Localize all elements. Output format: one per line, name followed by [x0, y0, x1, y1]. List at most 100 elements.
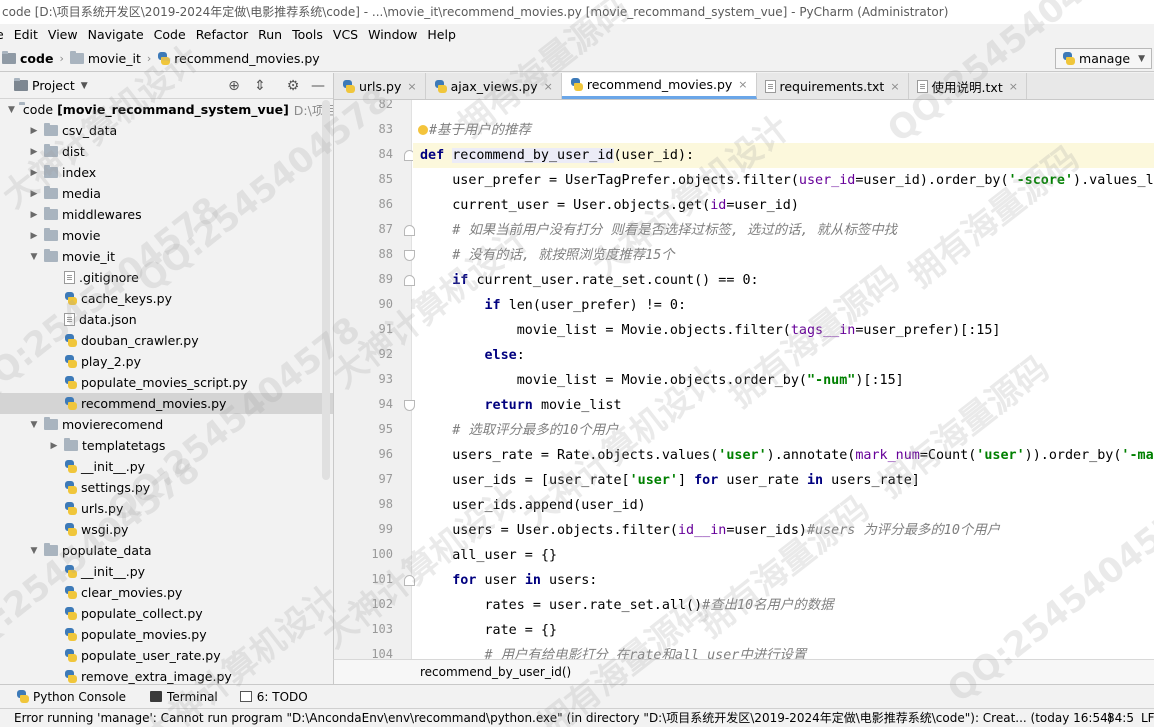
close-icon[interactable]: × [544, 80, 553, 93]
terminal-button[interactable]: Terminal [150, 690, 218, 704]
project-tree-scrollbar[interactable] [322, 100, 330, 480]
menu-code[interactable]: Code [149, 24, 191, 46]
caret-position[interactable]: 84:5 [1107, 709, 1134, 727]
menu-file[interactable]: e [0, 24, 9, 46]
code-editor[interactable]: 82 83 84 85 86 87 88 89 90 91 92 93 94 95 96 97 98 99 100 1… [333, 100, 1154, 659]
close-icon[interactable]: × [1009, 80, 1018, 93]
menu-navigate[interactable]: Navigate [83, 24, 149, 46]
tree-item[interactable]: wsgi.py [0, 519, 333, 540]
code-line[interactable]: return movie_list [420, 393, 621, 418]
code-token: user_ids.append(user_id) [420, 498, 646, 513]
tree-item[interactable]: ▶ index [0, 162, 333, 183]
locate-file-icon[interactable]: ⊕ [225, 77, 243, 95]
status-message[interactable]: Error running 'manage': Cannot run progr… [14, 709, 1112, 727]
tree-item[interactable]: data.json [0, 309, 333, 330]
tree-item[interactable]: __init__.py [0, 561, 333, 582]
tab-recommend-movies-py[interactable]: recommend_movies.py × [561, 73, 757, 99]
tree-item[interactable]: clear_movies.py [0, 582, 333, 603]
tree-item[interactable]: ▼code[movie_recommand_system_vue]D:\项目系 [0, 99, 333, 120]
tree-item[interactable]: cache_keys.py [0, 288, 333, 309]
fold-toggle-icon[interactable] [404, 400, 415, 411]
tree-item[interactable]: populate_movies.py [0, 624, 333, 645]
tree-item[interactable]: ▼ movie_it [0, 246, 333, 267]
code-line[interactable]: rate = {} [420, 618, 557, 643]
tree-item[interactable]: urls.py [0, 498, 333, 519]
todo-button[interactable]: 6: TODO [239, 690, 308, 704]
code-line[interactable]: # 用户有给电影打分 在rate和all_user中进行设置 [420, 643, 806, 659]
code-line[interactable]: all_user = {} [420, 543, 557, 568]
tree-item[interactable]: play_2.py [0, 351, 333, 372]
code-line[interactable]: current_user = User.objects.get(id=user_… [420, 193, 799, 218]
menu-edit[interactable]: Edit [9, 24, 43, 46]
tree-item[interactable]: remove_extra_image.py [0, 666, 333, 684]
code-line[interactable]: user_ids = [user_rate['user'] for user_r… [420, 468, 920, 493]
code-line[interactable]: #基于用户的推荐 [418, 118, 531, 143]
close-icon[interactable]: × [890, 80, 899, 93]
menu-run[interactable]: Run [253, 24, 287, 46]
project-view-select[interactable]: Project ▼ [14, 78, 88, 93]
code-line[interactable]: else: [420, 343, 524, 368]
code-line[interactable]: user_ids.append(user_id) [420, 493, 646, 518]
code-line[interactable]: if current_user.rate_set.count() == 0: [420, 268, 758, 293]
tree-item[interactable]: populate_user_rate.py [0, 645, 333, 666]
code-line[interactable]: for user in users: [420, 568, 597, 593]
close-icon[interactable]: × [407, 80, 416, 93]
tree-item[interactable]: ▼ movierecomend [0, 414, 333, 435]
code-token: user_prefer = UserTagPrefer.objects.filt… [420, 173, 799, 188]
menu-help[interactable]: Help [422, 24, 461, 46]
nav-crumb-code[interactable]: code [2, 51, 53, 66]
tree-item[interactable]: ▼ populate_data [0, 540, 333, 561]
tree-item[interactable]: ▶ templatetags [0, 435, 333, 456]
menu-window[interactable]: Window [363, 24, 422, 46]
tree-item[interactable]: ▶ dist [0, 141, 333, 162]
nav-crumb-file[interactable]: › recommend_movies.py [141, 51, 320, 66]
tree-item[interactable]: ▶ middlewares [0, 204, 333, 225]
code-line[interactable]: users_rate = Rate.objects.values('user')… [420, 443, 1154, 468]
code-line[interactable]: users = User.objects.filter(id__in=user_… [420, 518, 1000, 543]
tree-item[interactable]: ▶ movie [0, 225, 333, 246]
menu-view[interactable]: View [43, 24, 83, 46]
tree-item[interactable]: ▶ media [0, 183, 333, 204]
tab-requirements-txt[interactable]: requirements.txt × [757, 73, 909, 99]
menu-tools[interactable]: Tools [287, 24, 328, 46]
code-line[interactable]: movie_list = Movie.objects.filter(tags__… [420, 318, 1001, 343]
tree-item[interactable]: populate_movies_script.py [0, 372, 333, 393]
tree-item[interactable]: populate_collect.py [0, 603, 333, 624]
menu-vcs[interactable]: VCS [328, 24, 363, 46]
tree-item[interactable]: ▶ csv_data [0, 120, 333, 141]
code-line[interactable]: def recommend_by_user_id(user_id): [413, 143, 1154, 168]
tab-urls-py[interactable]: urls.py × [334, 73, 426, 99]
menu-refactor[interactable]: Refactor [191, 24, 253, 46]
code-line[interactable]: # 没有的话, 就按照浏览度推荐15个 [420, 243, 674, 268]
code-line[interactable]: # 如果当前用户没有打分 则看是否选择过标签, 选过的话, 就从标签中找 [420, 218, 897, 243]
hide-panel-icon[interactable]: — [309, 77, 327, 95]
intention-bulb-icon[interactable] [418, 125, 428, 135]
fold-toggle-icon[interactable] [404, 575, 415, 586]
run-configuration-select[interactable]: manage ▼ [1055, 48, 1152, 69]
nav-crumb-movie-it[interactable]: › movie_it [53, 51, 141, 66]
tree-item[interactable]: __init__.py [0, 456, 333, 477]
code-line[interactable]: rates = user.rate_set.all()#查出10名用户的数据 [420, 593, 833, 618]
editor-gutter[interactable]: 82 83 84 85 86 87 88 89 90 91 92 93 94 95 96 97 98 99 100 1… [334, 100, 415, 659]
fold-toggle-icon[interactable] [404, 225, 415, 236]
text-file-icon [64, 271, 75, 284]
code-line[interactable]: movie_list = Movie.objects.order_by("-nu… [420, 368, 904, 393]
close-icon[interactable]: × [738, 78, 747, 91]
collapse-all-icon[interactable]: ⇕ [251, 77, 269, 95]
tree-item[interactable]: settings.py [0, 477, 333, 498]
line-separator[interactable]: LF [1141, 709, 1154, 727]
code-line[interactable]: user_prefer = UserTagPrefer.objects.filt… [420, 168, 1154, 193]
fold-toggle-icon[interactable] [404, 250, 415, 261]
python-console-button[interactable]: Python Console [16, 690, 126, 704]
tab-ajax-views-py[interactable]: ajax_views.py × [426, 73, 562, 99]
gear-icon[interactable]: ⚙ [284, 77, 302, 95]
code-line[interactable]: if len(user_prefer) != 0: [420, 293, 686, 318]
editor-breadcrumb[interactable]: recommend_by_user_id() [333, 659, 1154, 684]
tree-item[interactable]: douban_crawler.py [0, 330, 333, 351]
tree-item[interactable]: .gitignore [0, 267, 333, 288]
tab--txt[interactable]: 使用说明.txt × [909, 73, 1027, 99]
python-file-icon [434, 79, 447, 93]
fold-toggle-icon[interactable] [404, 275, 415, 286]
code-line[interactable]: # 选取评分最多的10个用户 [420, 418, 618, 443]
tree-item[interactable]: recommend_movies.py [0, 393, 333, 414]
